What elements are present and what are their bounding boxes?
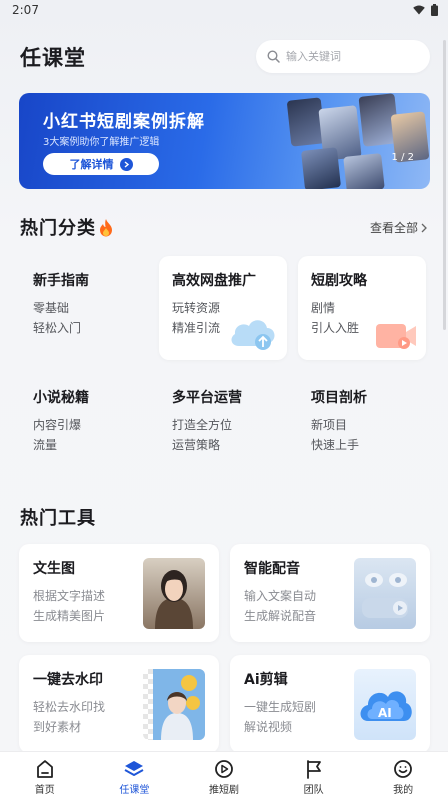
view-all-link[interactable]: 查看全部 xyxy=(370,219,428,236)
banner-button-label: 了解详情 xyxy=(69,158,114,171)
flag-icon xyxy=(306,760,321,779)
promo-banner[interactable]: 小红书短剧案例拆解 3大案例助你了解推广逻辑 了解详情 1 / 2 xyxy=(19,93,430,189)
video-camera-icon xyxy=(376,324,416,349)
chevron-right-icon xyxy=(421,223,427,232)
nav-classroom[interactable]: 任课堂 xyxy=(90,752,180,797)
nav-label: 团队 xyxy=(303,785,324,796)
search-icon xyxy=(267,50,280,63)
category-title: 多平台运营 xyxy=(172,390,242,406)
scrollbar-thumb[interactable] xyxy=(443,40,446,330)
page-title: 任课堂 xyxy=(20,46,86,70)
nav-label: 任课堂 xyxy=(119,785,150,796)
portrait-thumbnail xyxy=(143,558,205,629)
view-all-label: 查看全部 xyxy=(369,221,418,235)
cloud-upload-icon xyxy=(231,320,275,350)
tool-desc: 轻松去水印找 到好素材 xyxy=(33,700,106,734)
tool-desc: 一键生成短剧 解说视频 xyxy=(244,700,317,734)
category-beginner-guide[interactable]: 新手指南 零基础 轻松入门 xyxy=(20,256,148,360)
category-cloud-promotion[interactable]: 高效网盘推广 玩转资源 精准引流 xyxy=(159,256,287,360)
category-project-analysis[interactable]: 项目剖析 新项目 快速上手 xyxy=(298,373,426,477)
banner-subtitle: 3大案例助你了解推广逻辑 xyxy=(43,137,160,148)
category-short-drama[interactable]: 短剧攻略 剧情 引人入胜 xyxy=(298,256,426,360)
nav-label: 首页 xyxy=(34,785,55,796)
category-novel-tips[interactable]: 小说秘籍 内容引爆 流量 xyxy=(20,373,148,477)
category-desc: 打造全方位 运营策略 xyxy=(172,418,233,452)
voiceover-thumbnail xyxy=(354,558,416,629)
category-desc: 新项目 快速上手 xyxy=(311,418,360,452)
fire-icon xyxy=(100,218,112,236)
tool-desc: 输入文案自动 生成解说配音 xyxy=(244,589,317,623)
nav-profile[interactable]: 我的 xyxy=(358,752,448,797)
nav-short-drama[interactable]: 推短剧 xyxy=(179,752,269,797)
bottom-nav: 首页 任课堂 推短剧 团队 我的 xyxy=(0,751,448,797)
wifi-icon xyxy=(413,5,425,15)
category-title: 新手指南 xyxy=(33,273,89,289)
category-desc: 零基础 轻松入门 xyxy=(33,301,82,335)
chevron-right-icon xyxy=(119,157,133,171)
banner-page-indicator: 1 / 2 xyxy=(391,152,414,163)
tool-smart-voiceover[interactable]: 智能配音 输入文案自动 生成解说配音 xyxy=(230,544,430,642)
status-bar: 2:07 xyxy=(0,0,448,22)
layers-icon xyxy=(124,761,144,776)
category-title: 高效网盘推广 xyxy=(172,273,256,289)
nav-label: 推短剧 xyxy=(208,785,239,796)
hot-categories-title: 热门分类 xyxy=(20,218,96,239)
ai-cloud-thumbnail: AI xyxy=(354,669,416,740)
hot-categories-header: 热门分类 xyxy=(20,214,114,240)
category-multi-platform[interactable]: 多平台运营 打造全方位 运营策略 xyxy=(159,373,287,477)
battery-icon xyxy=(431,4,438,16)
smile-icon xyxy=(394,760,413,778)
search-input[interactable] xyxy=(286,50,416,63)
watermark-thumbnail xyxy=(143,669,205,740)
hot-tools-title: 热门工具 xyxy=(20,508,96,529)
home-icon xyxy=(36,760,53,778)
status-time: 2:07 xyxy=(12,3,39,17)
search-bar[interactable] xyxy=(256,40,430,73)
category-desc: 内容引爆 流量 xyxy=(33,418,82,452)
tool-ai-editing[interactable]: Ai剪辑 一键生成短剧 解说视频 AI xyxy=(230,655,430,753)
svg-text:AI: AI xyxy=(378,706,392,720)
category-title: 项目剖析 xyxy=(311,390,367,406)
nav-label: 我的 xyxy=(393,785,414,796)
category-title: 短剧攻略 xyxy=(311,273,367,289)
play-circle-icon xyxy=(215,760,233,778)
banner-learn-more-button[interactable]: 了解详情 xyxy=(43,153,159,175)
nav-team[interactable]: 团队 xyxy=(269,752,359,797)
tool-watermark-remover[interactable]: 一键去水印 轻松去水印找 到好素材 xyxy=(19,655,219,753)
tool-desc: 根据文字描述 生成精美图片 xyxy=(33,589,106,623)
drama-poster-collage xyxy=(281,93,430,189)
tool-text-to-image[interactable]: 文生图 根据文字描述 生成精美图片 xyxy=(19,544,219,642)
banner-title: 小红书短剧案例拆解 xyxy=(43,112,205,132)
nav-home[interactable]: 首页 xyxy=(0,752,90,797)
category-title: 小说秘籍 xyxy=(33,390,89,406)
